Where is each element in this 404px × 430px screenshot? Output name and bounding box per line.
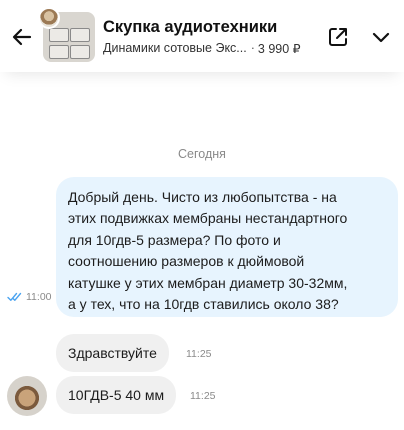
date-divider: Сегодня bbox=[178, 147, 226, 161]
listing-name: Динамики сотовые Экс... bbox=[103, 41, 247, 55]
more-options-button[interactable] bbox=[368, 24, 394, 50]
chevron-down-icon bbox=[372, 32, 390, 43]
outgoing-message[interactable]: Добрый день. Чисто из любопытства - на э… bbox=[56, 177, 398, 317]
listing-summary[interactable]: Динамики сотовые Экс... · 3 990 ₽ bbox=[103, 41, 318, 56]
back-arrow-icon bbox=[12, 28, 32, 46]
sender-avatar[interactable] bbox=[7, 376, 47, 416]
message-line: а у тех, что на 10гдв ставились около 38… bbox=[68, 296, 339, 313]
separator-dot: · bbox=[250, 41, 255, 55]
double-check-icon bbox=[7, 292, 22, 301]
incoming-message[interactable]: Здравствуйте bbox=[56, 334, 169, 372]
message-time: 11:25 bbox=[186, 348, 212, 360]
open-listing-button[interactable] bbox=[325, 24, 351, 50]
seller-avatar bbox=[38, 7, 60, 29]
message-time: 11:25 bbox=[190, 390, 216, 402]
chat-screen: Скупка аудиотехники Динамики сотовые Экс… bbox=[0, 0, 404, 430]
message-time: 11:00 bbox=[26, 291, 52, 303]
message-line: этих подвижках мембраны нестандартного bbox=[68, 210, 348, 227]
message-line: для 10гдв-5 размера? По фото и bbox=[68, 231, 281, 248]
back-button[interactable] bbox=[9, 24, 35, 50]
external-link-icon bbox=[329, 28, 347, 46]
incoming-message[interactable]: 10ГДВ-5 40 мм bbox=[56, 376, 177, 414]
chat-header: Скупка аудиотехники Динамики сотовые Экс… bbox=[0, 0, 404, 72]
listing-price: 3 990 ₽ bbox=[257, 42, 301, 56]
message-line: Добрый день. Чисто из любопытства - на bbox=[68, 189, 337, 205]
chat-title[interactable]: Скупка аудиотехники bbox=[103, 18, 277, 37]
outgoing-message-meta: 11:00 bbox=[7, 291, 52, 303]
message-line: катушке у этих мембран диаметр 30-32мм, bbox=[68, 274, 348, 291]
message-line: соотношению размеров к дюймовой bbox=[68, 253, 305, 270]
